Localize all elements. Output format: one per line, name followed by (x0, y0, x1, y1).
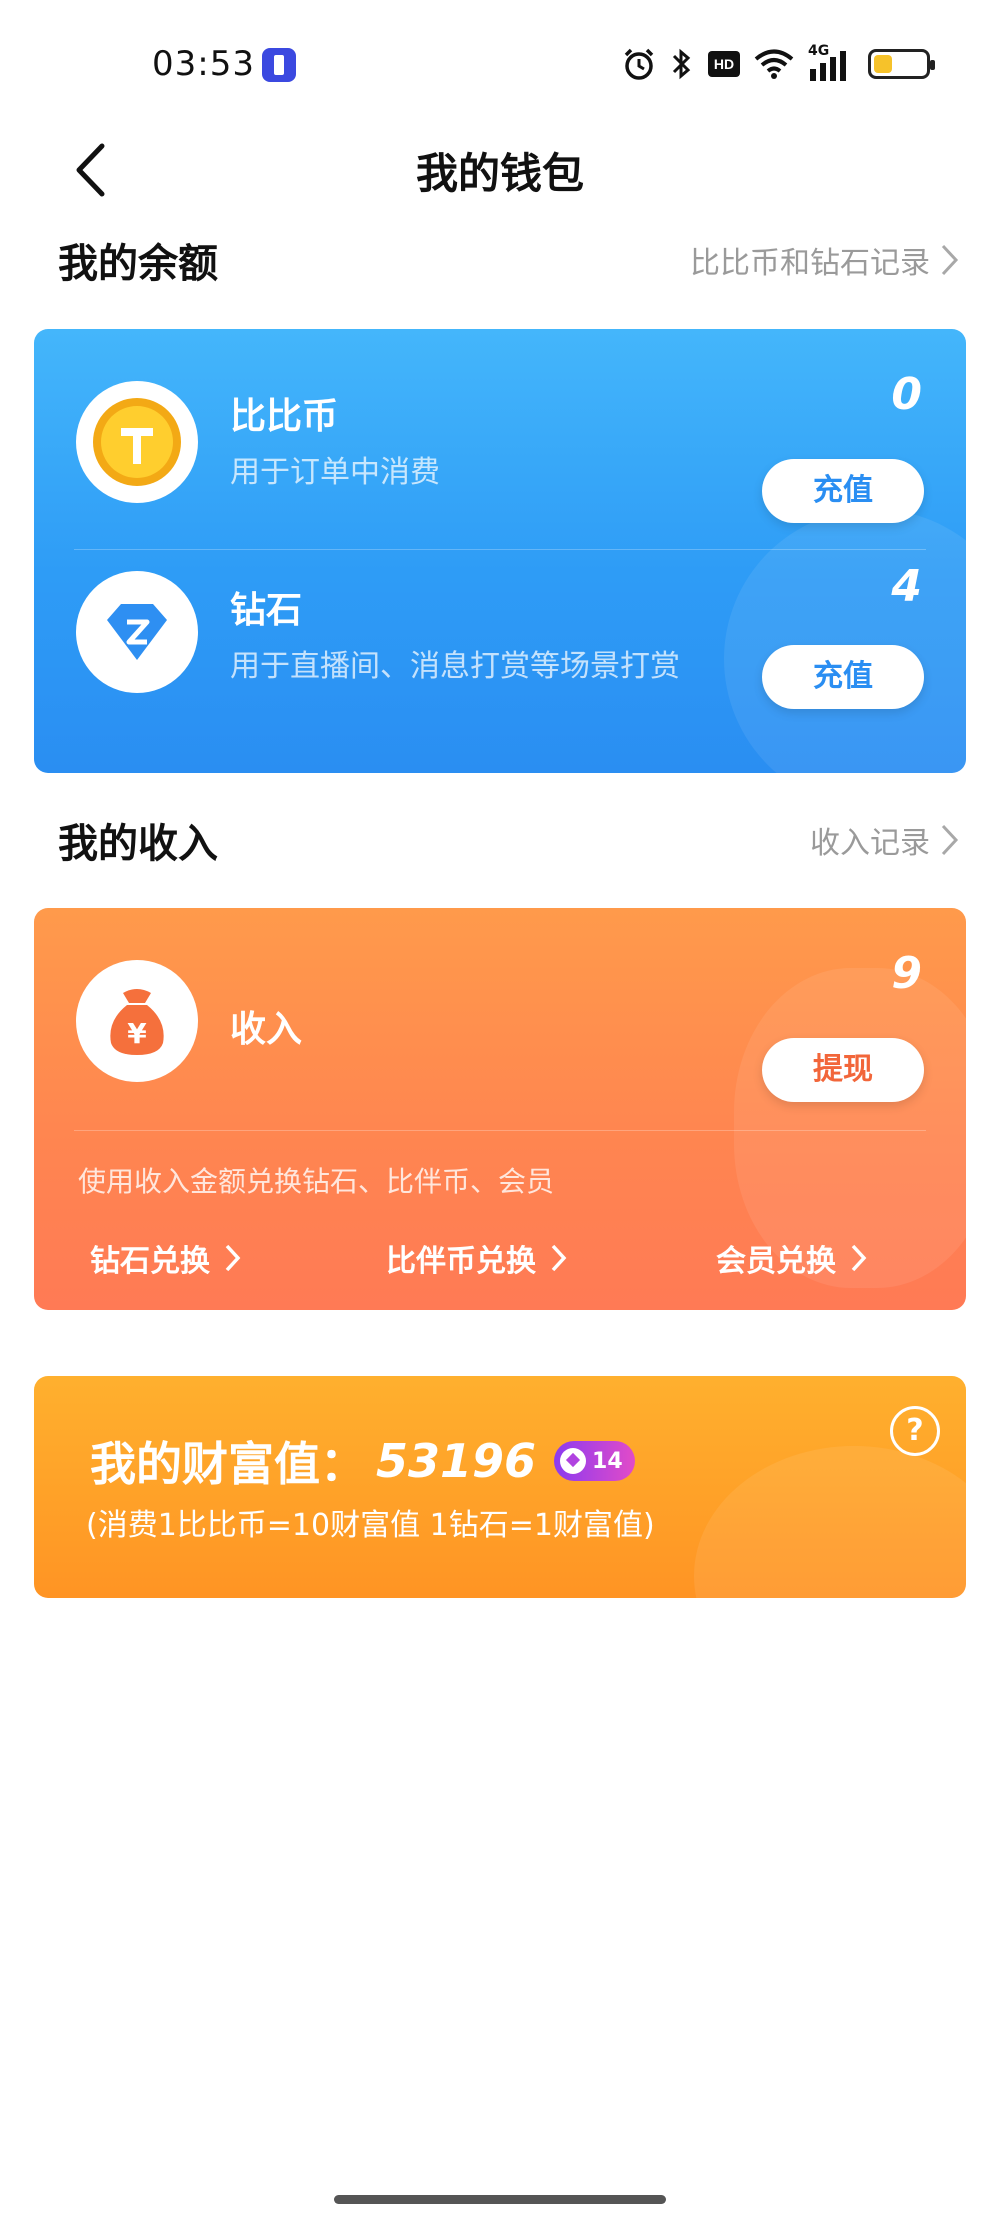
income-records-label: 收入记录 (810, 826, 930, 861)
cellular-signal-icon: 4G (808, 43, 854, 81)
status-time: 03:53 (152, 44, 255, 84)
companion-coin-exchange-label: 比伴币兑换 (386, 1244, 536, 1279)
diamond-balance-row: 钻石 用于直播间、消息打赏等场景打赏 4 充值 (34, 551, 966, 761)
diamond-value: 4 (891, 561, 922, 612)
gold-coin-icon (93, 398, 181, 486)
battery-icon (868, 49, 935, 79)
wealth-value: 53196 (376, 1434, 537, 1488)
status-bar: 03:53 HD 4G (0, 0, 1000, 130)
wifi-icon (754, 49, 794, 79)
wealth-card: 我的财富值： 53196 14 (消费1比比币=10财富值 1钻石=1财富值) … (34, 1376, 966, 1598)
wealth-line: 我的财富值： 53196 14 (90, 1428, 635, 1494)
coin-diamond-records-label: 比比币和钻石记录 (690, 246, 930, 281)
withdraw-button[interactable]: 提现 (762, 1038, 924, 1102)
coin-value: 0 (891, 369, 922, 420)
coin-recharge-button[interactable]: 充值 (762, 459, 924, 523)
help-icon[interactable]: ? (890, 1406, 940, 1456)
income-value: 9 (891, 948, 922, 999)
chevron-right-icon (225, 1244, 241, 1272)
income-icon-disc: ¥ (76, 960, 198, 1082)
diamond-exchange-link[interactable]: 钻石兑换 (90, 1228, 242, 1288)
income-divider (74, 1130, 926, 1131)
status-icons: HD 4G (622, 43, 935, 84)
chevron-right-icon (941, 824, 959, 856)
companion-coin-exchange-link[interactable]: 比伴币兑换 (386, 1228, 568, 1288)
balance-card: 比比币 用于订单中消费 0 充值 钻石 用于直播间、消息打赏等场景打赏 4 充值 (34, 329, 966, 773)
balance-section-header: 我的余额 比比币和钻石记录 (58, 230, 960, 290)
income-section-title: 我的收入 (58, 821, 218, 867)
coin-icon-disc (76, 381, 198, 503)
wealth-label: 我的财富值： (90, 1437, 366, 1491)
chevron-right-icon (851, 1244, 867, 1272)
diamond-icon-disc (76, 571, 198, 693)
network-type-label: 4G (808, 43, 830, 59)
svg-text:¥: ¥ (127, 1017, 147, 1050)
balance-section-title: 我的余额 (58, 241, 218, 287)
diamond-name: 钻石 (230, 590, 303, 631)
wealth-level: 14 (592, 1448, 623, 1474)
diamond-exchange-label: 钻石兑换 (90, 1244, 210, 1279)
exchange-row: 钻石兑换 比伴币兑换 会员兑换 (34, 1228, 966, 1288)
card-decoration (694, 1446, 966, 1598)
coin-diamond-records-link[interactable]: 比比币和钻石记录 (690, 238, 960, 282)
home-indicator[interactable] (334, 2195, 666, 2204)
diamond-recharge-button[interactable]: 充值 (762, 645, 924, 709)
coin-balance-row: 比比币 用于订单中消费 0 充值 (34, 329, 966, 539)
money-bag-icon: ¥ (110, 989, 164, 1055)
income-name: 收入 (230, 1009, 303, 1050)
diamond-desc: 用于直播间、消息打赏等场景打赏 (230, 649, 680, 684)
coin-name: 比比币 (230, 396, 339, 437)
membership-exchange-link[interactable]: 会员兑换 (716, 1228, 868, 1288)
chevron-right-icon (941, 244, 959, 276)
coin-desc: 用于订单中消费 (230, 455, 440, 490)
alarm-icon (624, 48, 654, 80)
diamond-icon (107, 604, 167, 660)
income-tip: 使用收入金额兑换钻石、比伴币、会员 (78, 1165, 555, 1198)
level-gem-icon (560, 1448, 587, 1474)
hd-icon: HD (708, 51, 740, 77)
app-notification-icon (262, 48, 296, 82)
wealth-level-badge[interactable]: 14 (554, 1441, 635, 1481)
income-section-header: 我的收入 收入记录 (58, 810, 960, 870)
income-card: ¥ 收入 9 提现 使用收入金额兑换钻石、比伴币、会员 钻石兑换 比伴币兑换 会… (34, 908, 966, 1310)
income-records-link[interactable]: 收入记录 (810, 818, 960, 862)
chevron-right-icon (551, 1244, 567, 1272)
bluetooth-icon (672, 48, 691, 80)
page-title: 我的钱包 (415, 149, 584, 198)
balance-divider (74, 549, 926, 550)
wealth-note: (消费1比比币=10财富值 1钻石=1财富值) (86, 1508, 655, 1543)
membership-exchange-label: 会员兑换 (716, 1244, 836, 1279)
